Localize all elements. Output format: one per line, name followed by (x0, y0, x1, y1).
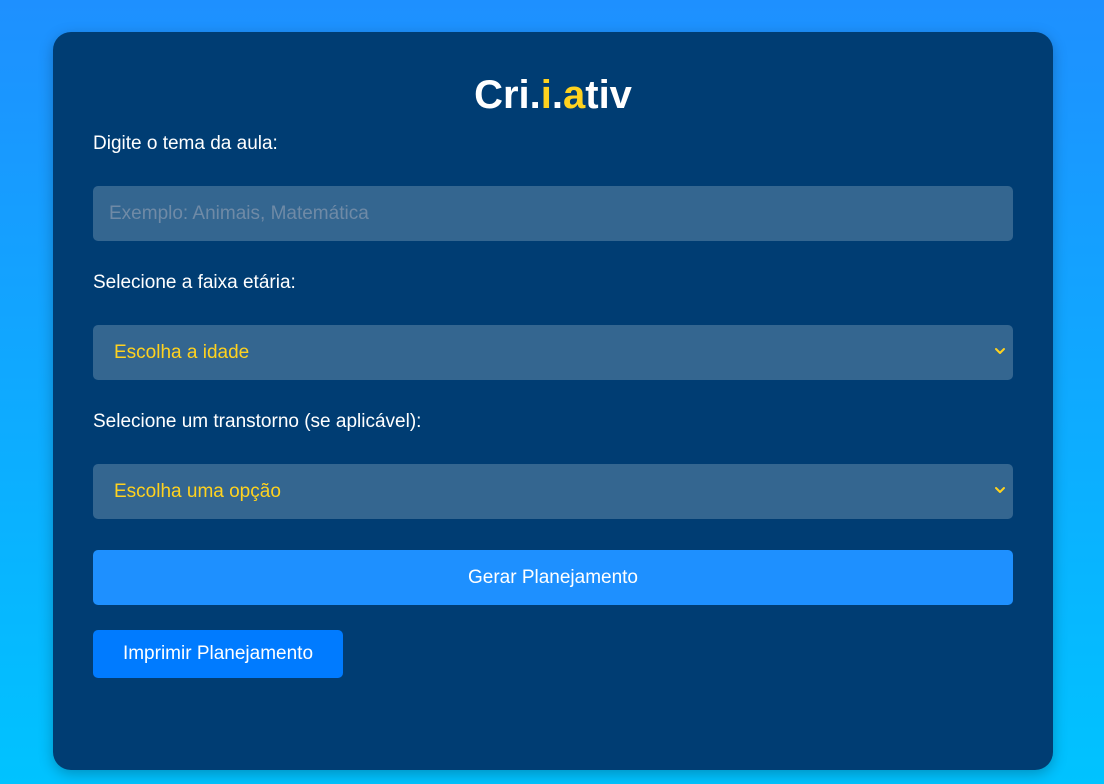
age-select-value: Escolha a idade (114, 341, 250, 363)
chevron-down-icon (995, 487, 1005, 493)
planner-card: Cri.i.ativ Digite o tema da aula: Seleci… (53, 32, 1053, 770)
generate-plan-button[interactable]: Gerar Planejamento (93, 550, 1013, 605)
age-select[interactable]: Escolha a idade (93, 325, 1013, 380)
age-label: Selecione a faixa etária: (93, 272, 296, 293)
title-part: . (551, 73, 563, 117)
theme-input[interactable] (93, 186, 1013, 241)
theme-label: Digite o tema da aula: (93, 133, 278, 154)
disorder-select-value: Escolha uma opção (114, 480, 281, 502)
app-title: Cri.i.ativ (93, 72, 1013, 118)
chevron-down-icon (995, 348, 1005, 354)
title-accent: a (563, 73, 586, 117)
title-part: Cri. (474, 73, 541, 117)
disorder-select[interactable]: Escolha uma opção (93, 464, 1013, 519)
print-plan-button[interactable]: Imprimir Planejamento (93, 630, 343, 678)
disorder-label: Selecione um transtorno (se aplicável): (93, 411, 422, 432)
title-accent: i (540, 73, 552, 117)
title-part: tiv (585, 73, 632, 117)
